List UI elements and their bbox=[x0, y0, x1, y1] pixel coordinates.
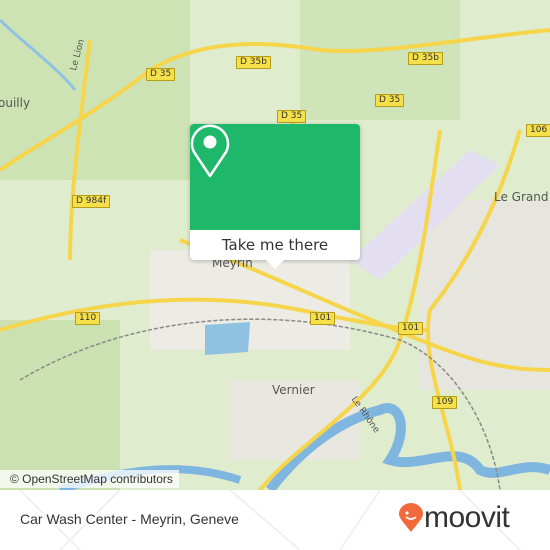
map-attribution[interactable]: © OpenStreetMap contributors bbox=[0, 470, 179, 488]
place-title: Car Wash Center - Meyrin, Geneve bbox=[20, 511, 239, 527]
road-label: D 35 bbox=[375, 94, 405, 107]
take-me-there-popup[interactable]: Take me there bbox=[190, 124, 360, 269]
map[interactable]: D 35 D 35b D 35b D 35 D 35 106 D 984f 11… bbox=[0, 0, 550, 490]
place-label: ouilly bbox=[0, 96, 31, 110]
popup-pointer bbox=[266, 260, 284, 269]
road-label: D 35 bbox=[146, 68, 176, 81]
road-label: D 35b bbox=[408, 52, 443, 65]
road-label: 109 bbox=[432, 396, 458, 409]
road-label: D 35 bbox=[277, 110, 307, 123]
road-label: 101 bbox=[310, 312, 336, 325]
popup-header bbox=[190, 124, 360, 230]
location-pin-icon bbox=[190, 124, 230, 178]
road-label: 101 bbox=[398, 322, 424, 335]
moovit-logo[interactable]: moovit bbox=[398, 501, 510, 534]
place-label: Le Grand bbox=[494, 190, 549, 204]
moovit-pin-icon bbox=[399, 503, 423, 532]
take-me-there-button[interactable]: Take me there bbox=[190, 230, 360, 260]
moovit-wordmark: moovit bbox=[424, 501, 510, 534]
road-label: D 984f bbox=[72, 195, 111, 208]
road-label: 106 bbox=[526, 124, 550, 137]
road-label: 110 bbox=[75, 312, 101, 325]
road-label: D 35b bbox=[236, 56, 271, 69]
place-label: Vernier bbox=[272, 383, 315, 397]
